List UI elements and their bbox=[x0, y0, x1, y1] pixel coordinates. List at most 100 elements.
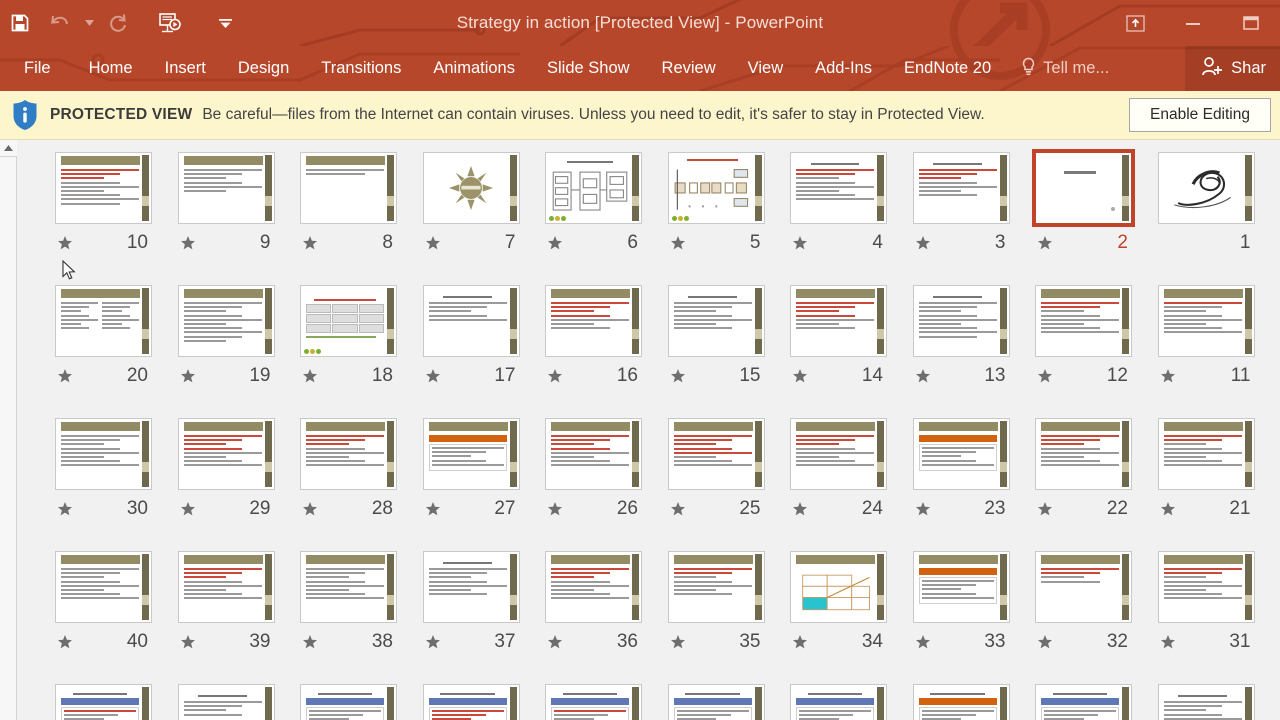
slide-thumbnail-wrapper[interactable] bbox=[667, 551, 765, 623]
slide-thumbnail-wrapper[interactable] bbox=[545, 152, 642, 224]
slide-thumbnail-wrapper[interactable] bbox=[55, 418, 152, 490]
save-icon[interactable] bbox=[0, 3, 40, 43]
tab-file[interactable]: File bbox=[0, 46, 73, 91]
slide-thumbnail[interactable] bbox=[545, 418, 642, 490]
animation-star-icon[interactable] bbox=[57, 368, 73, 384]
animation-star-icon[interactable] bbox=[425, 235, 441, 251]
slide-thumbnail-wrapper[interactable] bbox=[545, 418, 642, 490]
animation-star-icon[interactable] bbox=[792, 368, 808, 384]
slide-thumbnail[interactable] bbox=[1157, 285, 1255, 357]
animation-star-icon[interactable] bbox=[670, 634, 686, 650]
animation-star-icon[interactable] bbox=[792, 235, 808, 251]
slide-thumbnail[interactable] bbox=[667, 551, 765, 623]
minimize-icon[interactable] bbox=[1164, 0, 1222, 46]
slide-thumbnail-wrapper[interactable] bbox=[1157, 684, 1255, 720]
tab-endnote[interactable]: EndNote 20 bbox=[888, 46, 1007, 91]
undo-icon[interactable] bbox=[40, 3, 80, 43]
slide-thumbnail[interactable] bbox=[422, 152, 520, 224]
animation-star-icon[interactable] bbox=[670, 501, 686, 517]
tab-view[interactable]: View bbox=[732, 46, 799, 91]
ribbon-tabs[interactable]: File Home Insert Design Transitions Anim… bbox=[0, 46, 1007, 91]
animation-star-icon[interactable] bbox=[180, 634, 196, 650]
tab-insert[interactable]: Insert bbox=[149, 46, 222, 91]
slide-thumbnail-wrapper[interactable] bbox=[55, 551, 152, 623]
slide-thumbnail-wrapper[interactable] bbox=[300, 551, 397, 623]
slide-thumbnail-wrapper[interactable] bbox=[300, 285, 397, 357]
slide-thumbnail-wrapper[interactable] bbox=[1035, 551, 1132, 623]
slide-thumbnail-wrapper[interactable] bbox=[177, 684, 275, 720]
slide-thumbnail[interactable] bbox=[177, 418, 275, 490]
slide-thumbnail[interactable] bbox=[300, 285, 397, 357]
slide-thumbnail[interactable] bbox=[790, 551, 887, 623]
slide-thumbnail-wrapper[interactable] bbox=[790, 285, 887, 357]
tab-design[interactable]: Design bbox=[222, 46, 305, 91]
animation-star-icon[interactable] bbox=[1037, 368, 1053, 384]
animation-star-icon[interactable] bbox=[57, 501, 73, 517]
slide-thumbnail-wrapper[interactable] bbox=[912, 551, 1010, 623]
slide-thumbnail-wrapper[interactable] bbox=[667, 285, 765, 357]
slide-thumbnail[interactable] bbox=[300, 551, 397, 623]
animation-star-icon[interactable] bbox=[1160, 368, 1176, 384]
slide-thumbnail[interactable] bbox=[300, 684, 397, 720]
slide-thumbnail-wrapper[interactable] bbox=[1157, 152, 1255, 224]
slide-thumbnail[interactable] bbox=[55, 418, 152, 490]
slide-thumbnail[interactable] bbox=[1032, 149, 1135, 227]
slide-thumbnail[interactable] bbox=[912, 684, 1010, 720]
animation-star-icon[interactable] bbox=[547, 501, 563, 517]
animation-star-icon[interactable] bbox=[547, 634, 563, 650]
slide-thumbnail[interactable] bbox=[1157, 418, 1255, 490]
slide-thumbnail-wrapper[interactable] bbox=[1157, 551, 1255, 623]
slide-thumbnail[interactable] bbox=[177, 551, 275, 623]
slide-sorter-grid[interactable]: 10 9 8 7 6 5 4 3 2 1 20 19 18 17 16 15 14 13 12 11 30 29 28 27 2… bbox=[17, 140, 1280, 720]
animation-star-icon[interactable] bbox=[180, 235, 196, 251]
slide-thumbnail[interactable] bbox=[1035, 684, 1132, 720]
slide-thumbnail-wrapper[interactable] bbox=[1035, 418, 1132, 490]
slide-thumbnail[interactable] bbox=[667, 285, 765, 357]
animation-star-icon[interactable] bbox=[670, 235, 686, 251]
slide-thumbnail[interactable] bbox=[1157, 551, 1255, 623]
animation-star-icon[interactable] bbox=[57, 235, 73, 251]
slide-thumbnail[interactable] bbox=[1157, 684, 1255, 720]
slide-thumbnail-wrapper[interactable] bbox=[177, 152, 275, 224]
animation-star-icon[interactable] bbox=[425, 501, 441, 517]
animation-star-icon[interactable] bbox=[180, 501, 196, 517]
tab-animations[interactable]: Animations bbox=[417, 46, 531, 91]
slide-thumbnail[interactable] bbox=[790, 152, 887, 224]
slide-thumbnail-wrapper[interactable] bbox=[545, 551, 642, 623]
slide-thumbnail-wrapper[interactable] bbox=[790, 418, 887, 490]
slide-thumbnail[interactable] bbox=[1035, 551, 1132, 623]
animation-star-icon[interactable] bbox=[425, 368, 441, 384]
slide-thumbnail[interactable] bbox=[790, 418, 887, 490]
slide-thumbnail-wrapper[interactable] bbox=[422, 418, 520, 490]
slide-thumbnail[interactable] bbox=[1035, 285, 1132, 357]
redo-icon[interactable] bbox=[98, 3, 138, 43]
slide-thumbnail[interactable] bbox=[545, 152, 642, 224]
slide-thumbnail-wrapper[interactable] bbox=[790, 551, 887, 623]
slide-thumbnail-wrapper[interactable] bbox=[667, 418, 765, 490]
slide-thumbnail-wrapper[interactable] bbox=[422, 285, 520, 357]
slide-thumbnail[interactable] bbox=[1035, 418, 1132, 490]
slide-thumbnail-wrapper[interactable] bbox=[55, 152, 152, 224]
slide-thumbnail-wrapper[interactable] bbox=[1032, 149, 1135, 227]
slide-thumbnail[interactable] bbox=[55, 684, 152, 720]
animation-star-icon[interactable] bbox=[915, 368, 931, 384]
animation-star-icon[interactable] bbox=[792, 634, 808, 650]
slide-thumbnail-wrapper[interactable] bbox=[422, 684, 520, 720]
animation-star-icon[interactable] bbox=[670, 368, 686, 384]
animation-star-icon[interactable] bbox=[1037, 501, 1053, 517]
slide-thumbnail[interactable] bbox=[912, 551, 1010, 623]
slide-thumbnail[interactable] bbox=[422, 285, 520, 357]
slide-thumbnail[interactable] bbox=[545, 684, 642, 720]
restore-icon[interactable] bbox=[1222, 0, 1280, 46]
slide-thumbnail[interactable] bbox=[177, 152, 275, 224]
start-slideshow-icon[interactable] bbox=[150, 3, 190, 43]
animation-star-icon[interactable] bbox=[1037, 235, 1053, 251]
animation-star-icon[interactable] bbox=[57, 634, 73, 650]
slide-thumbnail-wrapper[interactable] bbox=[422, 152, 520, 224]
slide-thumbnail-wrapper[interactable] bbox=[300, 684, 397, 720]
slide-thumbnail-wrapper[interactable] bbox=[912, 684, 1010, 720]
scrollbar-track[interactable] bbox=[0, 158, 17, 720]
slide-thumbnail-wrapper[interactable] bbox=[790, 684, 887, 720]
tab-add-ins[interactable]: Add-Ins bbox=[799, 46, 888, 91]
slide-thumbnail[interactable] bbox=[545, 551, 642, 623]
